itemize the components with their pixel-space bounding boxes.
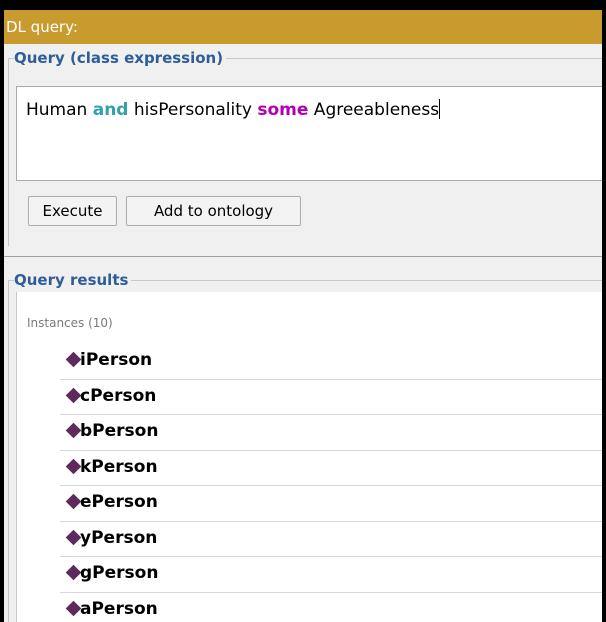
query-group-title: Query (class expression) [14, 48, 227, 68]
list-item[interactable]: yPerson [60, 522, 602, 557]
query-group-border-left [8, 58, 9, 246]
query-results-panel: Instances (10) iPerson cPerson bPerson k… [16, 292, 602, 622]
individual-diamond-icon [65, 529, 82, 545]
results-group-border-left [8, 280, 9, 622]
list-item[interactable]: gPerson [60, 557, 602, 593]
individual-diamond-icon [65, 564, 82, 581]
individual-diamond-icon [65, 600, 82, 616]
individual-label: yPerson [80, 527, 158, 548]
list-item[interactable]: iPerson [60, 344, 602, 380]
text-caret [439, 99, 441, 119]
individual-label: ePerson [80, 492, 158, 512]
individual-label: gPerson [80, 563, 159, 583]
instances-header: Instances (10) [27, 316, 113, 330]
expression-text-class: Agreeableness [308, 100, 440, 120]
panel-divider [4, 256, 602, 257]
window-title: DL query: [4, 10, 602, 44]
expression-text-property: hisPersonality [128, 100, 258, 120]
individual-label: bPerson [80, 421, 159, 441]
expression-keyword-and: and [92, 100, 129, 120]
results-group-title: Query results [14, 270, 132, 290]
expression-keyword-some: some [257, 100, 309, 120]
individual-label: aPerson [80, 598, 158, 619]
list-item[interactable]: ePerson [60, 486, 602, 522]
individual-diamond-icon [65, 387, 82, 403]
instances-list: iPerson cPerson bPerson kPerson ePerson … [60, 344, 602, 622]
add-to-ontology-button[interactable]: Add to ontology [126, 196, 301, 226]
list-item[interactable]: cPerson [60, 380, 602, 415]
individual-diamond-icon [65, 351, 82, 368]
list-item[interactable]: bPerson [60, 415, 602, 451]
individual-diamond-icon [65, 458, 82, 474]
execute-button[interactable]: Execute [28, 196, 117, 226]
individual-label: kPerson [80, 456, 158, 477]
individual-label: iPerson [80, 350, 153, 370]
class-expression-editor[interactable]: Human and hisPersonality some Agreeablen… [16, 86, 602, 181]
list-item[interactable]: aPerson [60, 593, 602, 622]
individual-diamond-icon [65, 422, 82, 439]
expression-text-human: Human [26, 100, 93, 120]
individual-label: cPerson [80, 385, 157, 406]
list-item[interactable]: kPerson [60, 451, 602, 486]
individual-diamond-icon [65, 493, 82, 510]
dl-query-window: DL query: Query (class expression) Human… [4, 10, 602, 622]
